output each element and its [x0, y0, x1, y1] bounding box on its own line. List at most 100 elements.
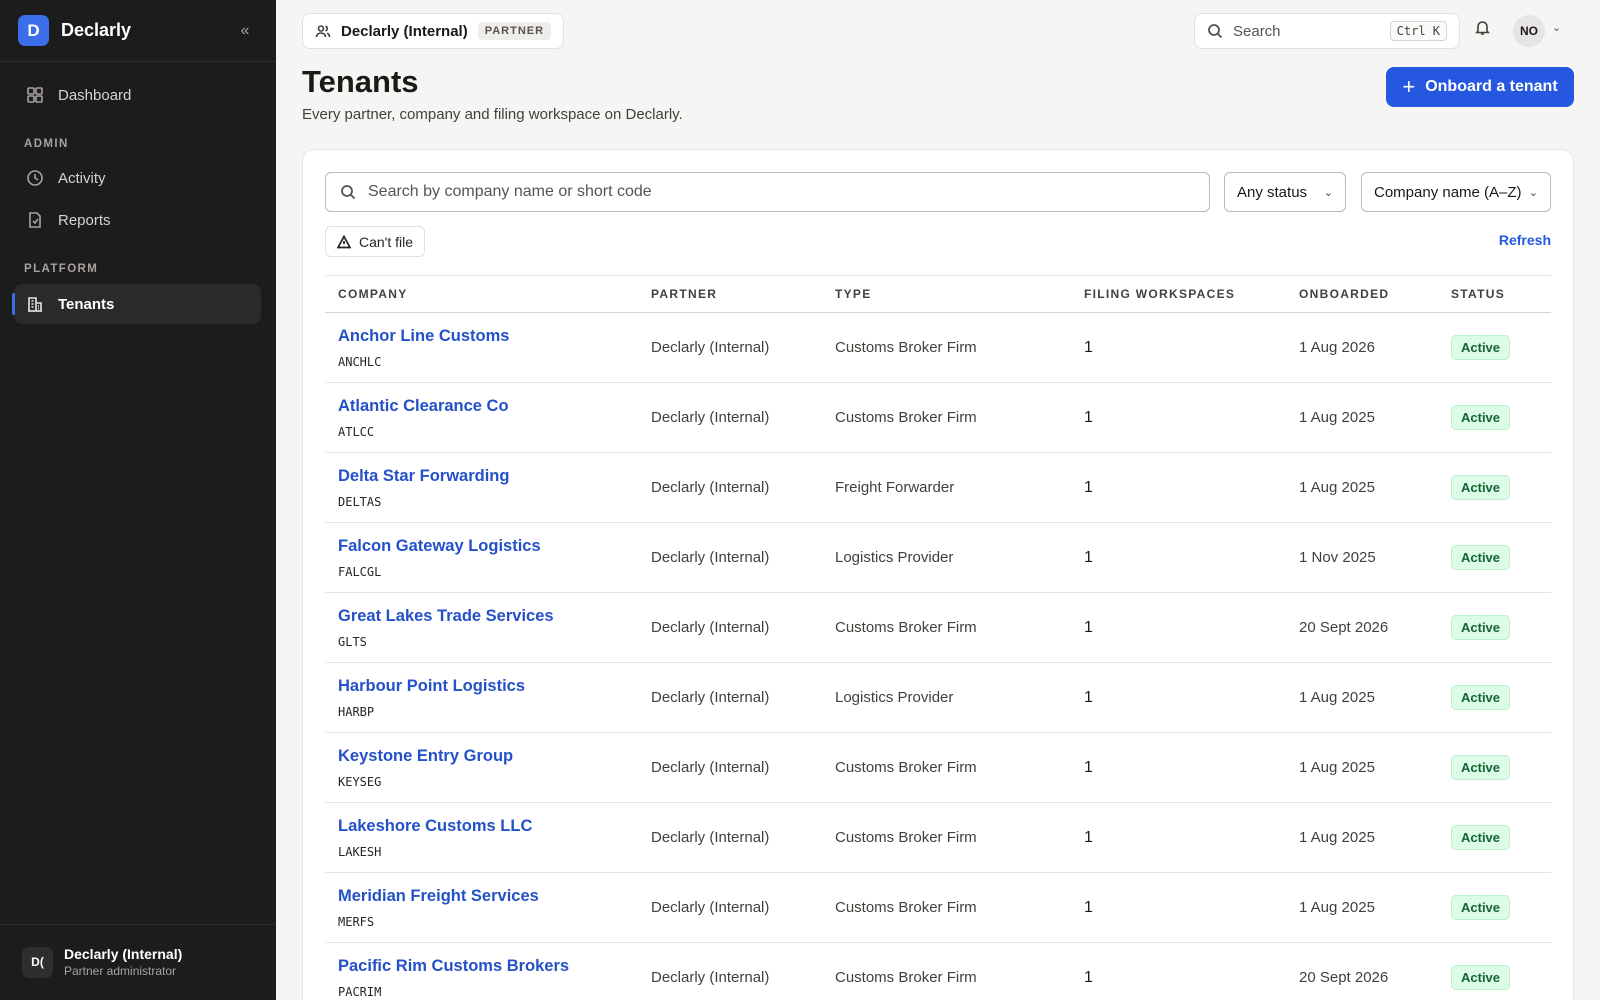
document-check-icon: [29, 212, 41, 228]
company-cell: Pacific Rim Customs Brokers PACRIM: [325, 942, 638, 1000]
status-filter-value: Any status: [1237, 183, 1308, 201]
sidebar-item-activity[interactable]: Activity: [14, 158, 261, 198]
company-code: PACRIM: [338, 984, 382, 999]
tenants-card: Search by company name or short code Any…: [302, 149, 1574, 1000]
table-row[interactable]: Meridian Freight Services MERFS Declarly …: [325, 872, 1551, 943]
partner-cell: Declarly (Internal): [638, 872, 822, 943]
refresh-button[interactable]: Refresh: [1499, 232, 1551, 248]
tenant-search-input[interactable]: Search by company name or short code: [325, 172, 1210, 212]
company-link[interactable]: Great Lakes Trade Services: [338, 607, 638, 626]
sidebar-divider: [0, 61, 276, 62]
search-icon: [1208, 24, 1223, 39]
tenants-table: COMPANY PARTNER TYPE FILING WORKSPACES O…: [325, 275, 1551, 1000]
workspaces-count: 1: [1084, 688, 1093, 706]
status-filter-select[interactable]: Any status ⌄: [1224, 172, 1346, 212]
cant-file-filter-button[interactable]: Can't file: [325, 226, 426, 257]
table-row[interactable]: Keystone Entry Group KEYSEG Declarly (Int…: [325, 732, 1551, 803]
table-row[interactable]: Anchor Line Customs ANCHLC Declarly (Inte…: [325, 312, 1551, 383]
sidebar-item-label: Tenants: [58, 295, 115, 313]
table-row[interactable]: Harbour Point Logistics HARBP Declarly (I…: [325, 662, 1551, 733]
company-cell: Keystone Entry Group KEYSEG: [325, 732, 638, 803]
workspaces-cell: 1: [1071, 662, 1286, 733]
status-cell: Active: [1438, 802, 1551, 873]
column-header-filing-workspaces[interactable]: FILING WORKSPACES: [1071, 275, 1286, 313]
sort-select[interactable]: Company name (A–Z) ⌄: [1361, 172, 1551, 212]
column-header-partner[interactable]: PARTNER: [638, 275, 822, 313]
column-header-type[interactable]: TYPE: [822, 275, 1071, 313]
sidebar-item-dashboard[interactable]: Dashboard: [14, 75, 261, 115]
type-cell: Logistics Provider: [822, 522, 1071, 593]
workspaces-cell: 1: [1071, 382, 1286, 453]
sidebar-item-reports[interactable]: Reports: [14, 200, 261, 240]
cant-file-label: Can't file: [359, 233, 414, 250]
plus-icon: +: [1402, 74, 1416, 99]
table-row[interactable]: Lakeshore Customs LLC LAKESH Declarly (In…: [325, 802, 1551, 873]
sidebar-item-label: Dashboard: [58, 86, 132, 104]
notifications-button[interactable]: [1474, 19, 1496, 41]
workspaces-count: 1: [1084, 968, 1093, 986]
sidebar-section-admin: ADMIN: [24, 138, 69, 150]
onboarded-cell: 20 Sept 2026: [1286, 592, 1438, 663]
onboarded-cell: 1 Aug 2025: [1286, 872, 1438, 943]
brand-name: Declarly: [61, 20, 132, 40]
onboard-tenant-button[interactable]: + Onboard a tenant: [1386, 67, 1574, 107]
org-switcher[interactable]: Declarly (Internal) PARTNER: [302, 13, 565, 49]
global-search-input[interactable]: Search Ctrl K: [1194, 13, 1460, 49]
status-badge: Active: [1451, 755, 1511, 780]
company-link[interactable]: Atlantic Clearance Co: [338, 397, 638, 416]
type-cell: Customs Broker Firm: [822, 872, 1071, 943]
table-row[interactable]: Atlantic Clearance Co ATLCC Declarly (Int…: [325, 382, 1551, 453]
company-code: ATLCC: [338, 424, 375, 439]
warning-icon: [337, 234, 351, 248]
dashboard-icon: [27, 87, 43, 103]
table-row[interactable]: Falcon Gateway Logistics FALCGL Declarly …: [325, 522, 1551, 593]
user-menu[interactable]: D( Declarly (Internal) Partner administr…: [22, 946, 182, 978]
brand-logo: D: [18, 15, 49, 46]
user-name: Declarly (Internal): [64, 946, 183, 962]
type-cell: Freight Forwarder: [822, 452, 1071, 523]
sidebar-item-tenants[interactable]: Tenants: [12, 284, 261, 324]
chevron-down-icon[interactable]: ⌄: [1552, 21, 1561, 34]
column-header-company[interactable]: COMPANY: [325, 275, 638, 313]
onboarded-cell: 1 Nov 2025: [1286, 522, 1438, 593]
company-link[interactable]: Delta Star Forwarding: [338, 467, 638, 486]
column-header-status[interactable]: STATUS: [1438, 275, 1551, 313]
sidebar-item-label: Activity: [58, 169, 106, 187]
company-code: MERFS: [338, 914, 375, 929]
company-code: FALCGL: [338, 564, 382, 579]
global-search-placeholder: Search: [1233, 22, 1281, 40]
workspaces-count: 1: [1084, 338, 1093, 356]
brand[interactable]: D Declarly: [18, 15, 131, 46]
type-cell: Customs Broker Firm: [822, 942, 1071, 1000]
company-link[interactable]: Lakeshore Customs LLC: [338, 817, 638, 836]
workspaces-cell: 1: [1071, 872, 1286, 943]
company-link[interactable]: Meridian Freight Services: [338, 887, 638, 906]
workspaces-count: 1: [1084, 548, 1093, 566]
company-link[interactable]: Keystone Entry Group: [338, 747, 638, 766]
company-cell: Great Lakes Trade Services GLTS: [325, 592, 638, 663]
table-row[interactable]: Delta Star Forwarding DELTAS Declarly (In…: [325, 452, 1551, 523]
table-row[interactable]: Great Lakes Trade Services GLTS Declarly …: [325, 592, 1551, 663]
column-header-onboarded[interactable]: ONBOARDED: [1286, 275, 1438, 313]
status-badge: Active: [1451, 615, 1511, 640]
company-link[interactable]: Harbour Point Logistics: [338, 677, 638, 696]
company-link[interactable]: Falcon Gateway Logistics: [338, 537, 638, 556]
table-row[interactable]: Pacific Rim Customs Brokers PACRIM Declar…: [325, 942, 1551, 1000]
status-cell: Active: [1438, 522, 1551, 593]
company-cell: Harbour Point Logistics HARBP: [325, 662, 638, 733]
company-code: KEYSEG: [338, 774, 382, 789]
collapse-sidebar-icon[interactable]: «: [234, 20, 256, 42]
company-cell: Delta Star Forwarding DELTAS: [325, 452, 638, 523]
bell-icon: [1475, 21, 1490, 35]
company-link[interactable]: Pacific Rim Customs Brokers: [338, 957, 638, 976]
company-link[interactable]: Anchor Line Customs: [338, 327, 638, 346]
type-cell: Customs Broker Firm: [822, 592, 1071, 663]
company-cell: Meridian Freight Services MERFS: [325, 872, 638, 943]
onboarded-cell: 1 Aug 2026: [1286, 312, 1438, 383]
account-avatar[interactable]: NO: [1513, 15, 1545, 47]
workspaces-count: 1: [1084, 478, 1093, 496]
company-code: LAKESH: [338, 844, 382, 859]
type-cell: Customs Broker Firm: [822, 732, 1071, 803]
workspaces-cell: 1: [1071, 452, 1286, 523]
table-header-row: COMPANY PARTNER TYPE FILING WORKSPACES O…: [325, 275, 1551, 313]
